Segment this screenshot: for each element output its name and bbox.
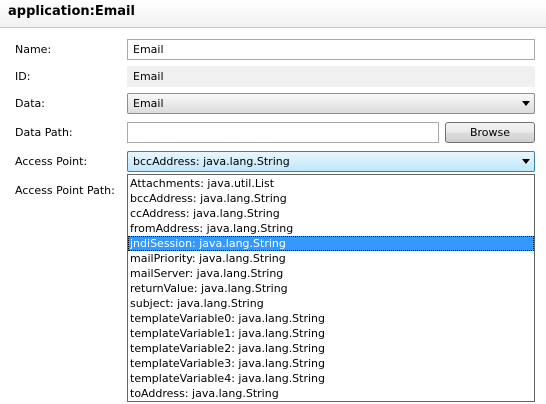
dropdown-option[interactable]: templateVariable2: java.lang.String bbox=[128, 341, 534, 356]
data-select-value: Email bbox=[133, 97, 164, 110]
id-value: Email bbox=[127, 66, 535, 87]
dropdown-option[interactable]: templateVariable3: java.lang.String bbox=[128, 356, 534, 371]
access-point-label: Access Point: bbox=[15, 155, 88, 168]
access-point-select[interactable]: bccAddress: java.lang.String bbox=[127, 151, 535, 172]
dropdown-option[interactable]: fromAddress: java.lang.String bbox=[128, 221, 534, 236]
dropdown-option[interactable]: mailPriority: java.lang.String bbox=[128, 251, 534, 266]
section-title: application:Email bbox=[8, 4, 135, 19]
chevron-down-icon bbox=[522, 101, 530, 106]
access-point-select-value: bccAddress: java.lang.String bbox=[133, 155, 290, 168]
data-select[interactable]: Email bbox=[127, 93, 535, 114]
data-label: Data: bbox=[15, 97, 45, 110]
dropdown-option[interactable]: ccAddress: java.lang.String bbox=[128, 206, 534, 221]
dropdown-option[interactable]: Attachments: java.util.List bbox=[128, 176, 534, 191]
dropdown-option[interactable]: mailServer: java.lang.String bbox=[128, 266, 534, 281]
data-path-input[interactable] bbox=[127, 122, 439, 143]
dropdown-option[interactable]: returnValue: java.lang.String bbox=[128, 281, 534, 296]
access-point-dropdown-list[interactable]: Attachments: java.util.List bccAddress: j… bbox=[127, 174, 535, 402]
data-path-label: Data Path: bbox=[15, 126, 73, 139]
dropdown-option[interactable]: bccAddress: java.lang.String bbox=[128, 191, 534, 206]
browse-button[interactable]: Browse bbox=[445, 122, 535, 143]
id-label: ID: bbox=[15, 70, 31, 83]
name-input[interactable] bbox=[127, 39, 535, 60]
dropdown-option[interactable]: templateVariable0: java.lang.String bbox=[128, 311, 534, 326]
name-label: Name: bbox=[15, 43, 52, 56]
section-header: application:Email bbox=[0, 0, 546, 28]
dropdown-option[interactable]: templateVariable4: java.lang.String bbox=[128, 371, 534, 386]
dropdown-option[interactable]: templateVariable1: java.lang.String bbox=[128, 326, 534, 341]
access-point-path-label: Access Point Path: bbox=[15, 184, 115, 197]
dropdown-option[interactable]: toAddress: java.lang.String bbox=[128, 386, 534, 401]
dropdown-option-selected[interactable]: jndiSession: java.lang.String bbox=[128, 236, 534, 251]
dropdown-option[interactable]: subject: java.lang.String bbox=[128, 296, 534, 311]
chevron-down-icon bbox=[522, 159, 530, 164]
